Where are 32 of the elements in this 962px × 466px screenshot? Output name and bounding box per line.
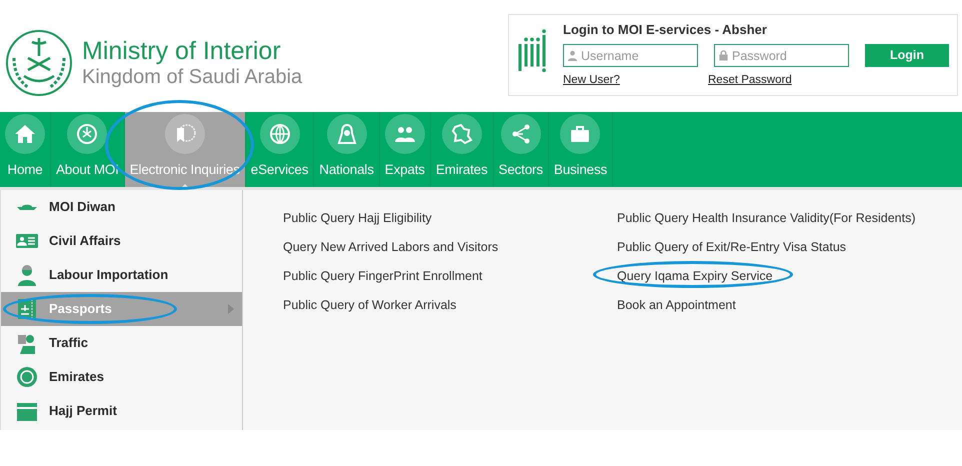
query-link[interactable]: Public Query of Worker Arrivals	[283, 296, 456, 315]
username-field[interactable]: Username	[563, 44, 698, 67]
side-menu-item[interactable]: Labour Importation	[1, 258, 242, 292]
query-link[interactable]: Book an Appointment	[617, 296, 736, 315]
query-link[interactable]: Public Query Hajj Eligibility	[283, 209, 432, 228]
new-user-link[interactable]: New User?	[563, 72, 708, 89]
reset-password-link[interactable]: Reset Password	[708, 72, 792, 89]
query-link[interactable]: Query Iqama Expiry Service	[617, 267, 773, 286]
person-icon	[334, 122, 359, 146]
lock-icon	[718, 50, 729, 60]
worker-icon	[15, 263, 39, 287]
side-menu-item[interactable]: Hajj Permit	[1, 394, 242, 428]
side-menu-item[interactable]: Emirates	[1, 360, 242, 394]
password-field[interactable]: Password	[714, 44, 849, 67]
emblem-icon	[15, 365, 39, 389]
query-link[interactable]: Public Query of Exit/Re-Entry Visa Status	[617, 238, 846, 257]
site-subtitle: Kingdom of Saudi Arabia	[82, 66, 302, 88]
query-link[interactable]: Query New Arrived Labors and Visitors	[283, 238, 498, 257]
map-icon	[450, 122, 474, 146]
user-icon	[567, 50, 578, 60]
globe-icon	[268, 122, 292, 146]
side-menu-item[interactable]: Civil Affairs	[1, 224, 242, 258]
hat-icon	[15, 204, 39, 210]
query-link[interactable]: Public Query Health Insurance Validity(For Residents)	[617, 209, 916, 228]
side-menu-item[interactable]: MOI Diwan	[1, 190, 242, 224]
query-link[interactable]: Public Query FingerPrint Enrollment	[283, 267, 482, 286]
site-title: Ministry of Interior	[82, 38, 282, 66]
emblem-logo	[4, 28, 74, 98]
side-menu-item[interactable]: Traffic	[1, 326, 242, 360]
caret-icon	[228, 304, 234, 314]
emblem-icon	[75, 122, 100, 146]
login-title: Login to MOI E-services - Absher	[563, 21, 768, 39]
